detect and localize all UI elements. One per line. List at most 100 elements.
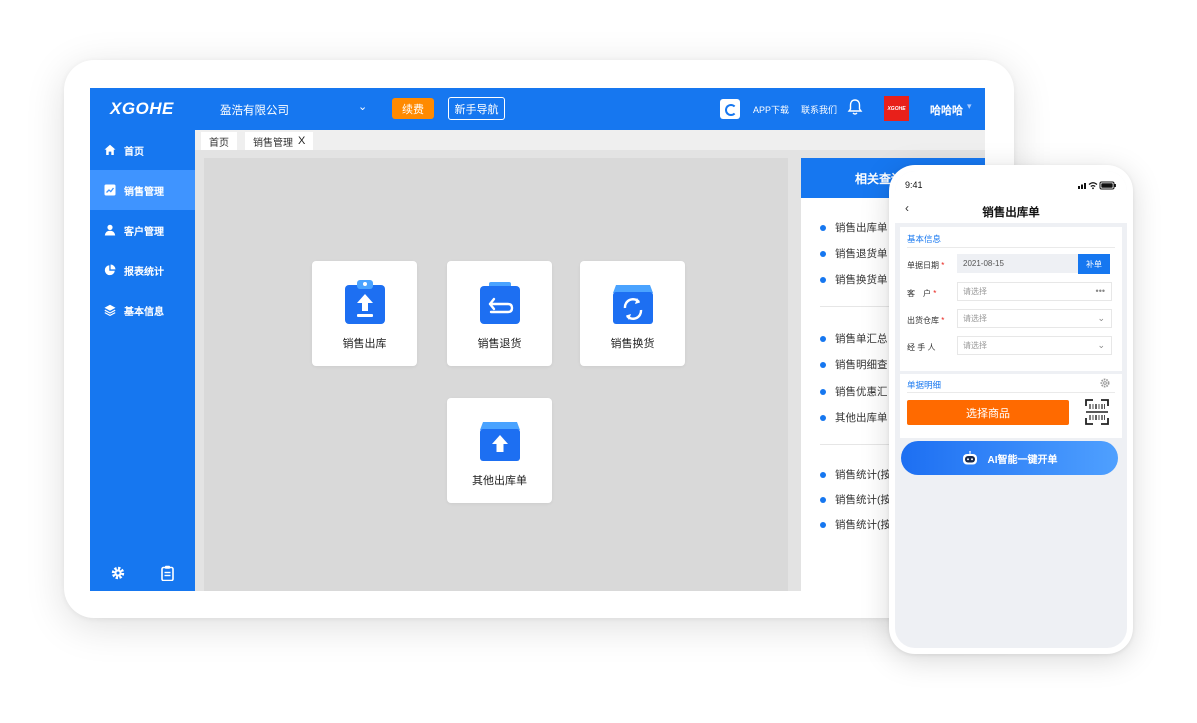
phone-header: 9:41 ‹ 销售出库单 [895, 171, 1127, 223]
chevron-down-icon[interactable]: ⌄ [358, 100, 367, 113]
more-icon[interactable]: ••• [1096, 286, 1105, 296]
barcode-scan-icon[interactable] [1085, 399, 1109, 425]
close-icon[interactable]: X [298, 135, 305, 147]
phone-page-title: 销售出库单 [982, 207, 1040, 219]
tile-sales-exchange[interactable]: 销售换货 [580, 261, 685, 366]
query-link-label: 销售明细查 [835, 359, 888, 371]
query-link[interactable]: 销售明细查 [820, 357, 888, 372]
tab-label: 销售管理 [253, 137, 293, 149]
bullet-icon [820, 250, 826, 257]
query-link[interactable]: 其他出库单 [820, 410, 888, 425]
tab-bar: 首页 销售管理 X [195, 130, 985, 150]
query-link[interactable]: 销售统计(按 [820, 517, 891, 532]
tab-sales[interactable]: 销售管理 X [245, 132, 314, 150]
query-link[interactable]: 销售换货单 [820, 272, 888, 287]
ai-button-label: AI智能一键开单 [987, 454, 1058, 466]
chevron-down-icon[interactable]: ⌄ [1097, 340, 1105, 351]
phone-frame: 9:41 ‹ 销售出库单 基本信息 单据日期 * 2021-08-15 补单 客… [889, 165, 1133, 654]
tile-label: 销售退货 [477, 338, 522, 350]
upload-clipboard-icon [344, 280, 385, 324]
select-goods-button[interactable]: 选择商品 [907, 400, 1069, 425]
sidebar-item-sales[interactable]: 销售管理 [90, 170, 195, 210]
company-selector[interactable]: 盈浩有限公司 [220, 102, 289, 118]
bullet-icon [820, 471, 826, 478]
sidebar-item-label: 基本信息 [124, 306, 164, 318]
guide-button[interactable]: 新手导航 [448, 97, 505, 120]
divider [907, 247, 1115, 248]
sidebar-item-label: 首页 [124, 146, 144, 158]
query-link[interactable]: 销售出库单 [820, 220, 888, 235]
chart-icon [104, 184, 116, 196]
bullet-icon [820, 388, 826, 395]
query-link-label: 销售退货单 [835, 248, 888, 260]
query-link-label: 销售换货单 [835, 274, 888, 286]
sidebar-item-customers[interactable]: 客户管理 [90, 210, 195, 250]
bullet-icon [820, 521, 826, 528]
bullet-icon [820, 361, 826, 368]
warehouse-field[interactable]: 请选择 ⌄ [957, 309, 1112, 328]
sidebar-item-reports[interactable]: 报表统计 [90, 250, 195, 290]
required-mark: * [941, 316, 945, 325]
handler-field[interactable]: 请选择 ⌄ [957, 336, 1112, 355]
required-mark: * [933, 289, 937, 298]
content-area: 销售出库 销售退货 销售换货 其他出库单 [204, 158, 788, 591]
query-link[interactable]: 销售优惠汇 [820, 384, 888, 399]
user-icon [104, 224, 116, 236]
field-label-text: 客 户 [907, 289, 931, 298]
app-download-link[interactable]: APP下载 [753, 103, 789, 116]
tile-label: 销售出库 [342, 338, 387, 350]
username[interactable]: 哈哈哈 [930, 102, 963, 118]
query-link[interactable]: 销售单汇总 [820, 331, 888, 346]
query-link-label: 其他出库单 [835, 412, 888, 424]
renew-button[interactable]: 续费 [392, 98, 434, 119]
sidebar-item-home[interactable]: 首页 [90, 130, 195, 170]
query-link-label: 销售出库单 [835, 222, 888, 234]
tile-sales-return[interactable]: 销售退货 [447, 261, 552, 366]
supplement-order-button[interactable]: 补单 [1078, 254, 1110, 274]
sidebar-item-label: 客户管理 [124, 226, 164, 238]
field-label-text: 出货仓库 [907, 316, 939, 325]
sidebar-item-basic-info[interactable]: 基本信息 [90, 290, 195, 330]
avatar-logo-text: XGOHE [887, 105, 906, 112]
field-placeholder: 请选择 [963, 341, 987, 350]
app-download-icon[interactable] [720, 99, 740, 119]
outbound-box-icon [479, 422, 520, 461]
bell-icon[interactable] [847, 98, 863, 116]
section-title: 基本信息 [907, 234, 942, 244]
status-bar-icons [1078, 181, 1116, 190]
chevron-down-icon[interactable]: ⌄ [1097, 313, 1105, 324]
top-bar: XGOHE 盈浩有限公司 ⌄ 续费 新手导航 APP下载 联系我们 XGOHE … [90, 88, 985, 130]
field-label: 客 户 * [907, 288, 936, 299]
status-time: 9:41 [905, 180, 923, 190]
required-mark: * [941, 261, 945, 270]
gear-icon[interactable] [1100, 378, 1110, 388]
contact-us-link[interactable]: 联系我们 [801, 103, 837, 116]
ai-one-click-order-button[interactable]: AI智能一键开单 [901, 441, 1118, 475]
sidebar-item-label: 报表统计 [124, 266, 164, 278]
home-icon [104, 144, 116, 155]
layers-icon [104, 304, 116, 316]
exchange-box-icon [612, 285, 653, 324]
field-placeholder: 请选择 [963, 287, 987, 296]
tile-label: 销售换货 [610, 338, 655, 350]
clipboard-icon[interactable] [161, 565, 174, 581]
query-link[interactable]: 销售退货单 [820, 246, 888, 261]
gear-icon[interactable] [111, 566, 125, 580]
bullet-icon [820, 496, 826, 503]
tab-home[interactable]: 首页 [201, 132, 237, 150]
query-link[interactable]: 销售统计(按 [820, 467, 891, 482]
customer-field[interactable]: 请选择 ••• [957, 282, 1112, 301]
tile-other-outbound[interactable]: 其他出库单 [447, 398, 552, 503]
return-box-icon [479, 282, 520, 324]
query-link[interactable]: 销售统计(按 [820, 492, 891, 507]
field-label: 单据日期 * [907, 260, 944, 271]
document-details-card: 单据明细 选择商品 [900, 374, 1122, 438]
tile-label: 其他出库单 [472, 475, 527, 487]
query-link-label: 销售统计(按 [835, 469, 891, 481]
sidebar: 首页 销售管理 客户管理 报表统计 基本信息 [90, 130, 195, 591]
tile-sales-outbound[interactable]: 销售出库 [312, 261, 417, 366]
document-date-field[interactable]: 2021-08-15 [957, 254, 1078, 273]
field-label: 经 手 人 [907, 342, 935, 353]
bullet-icon [820, 224, 826, 231]
chevron-down-icon[interactable]: ▾ [967, 101, 972, 112]
